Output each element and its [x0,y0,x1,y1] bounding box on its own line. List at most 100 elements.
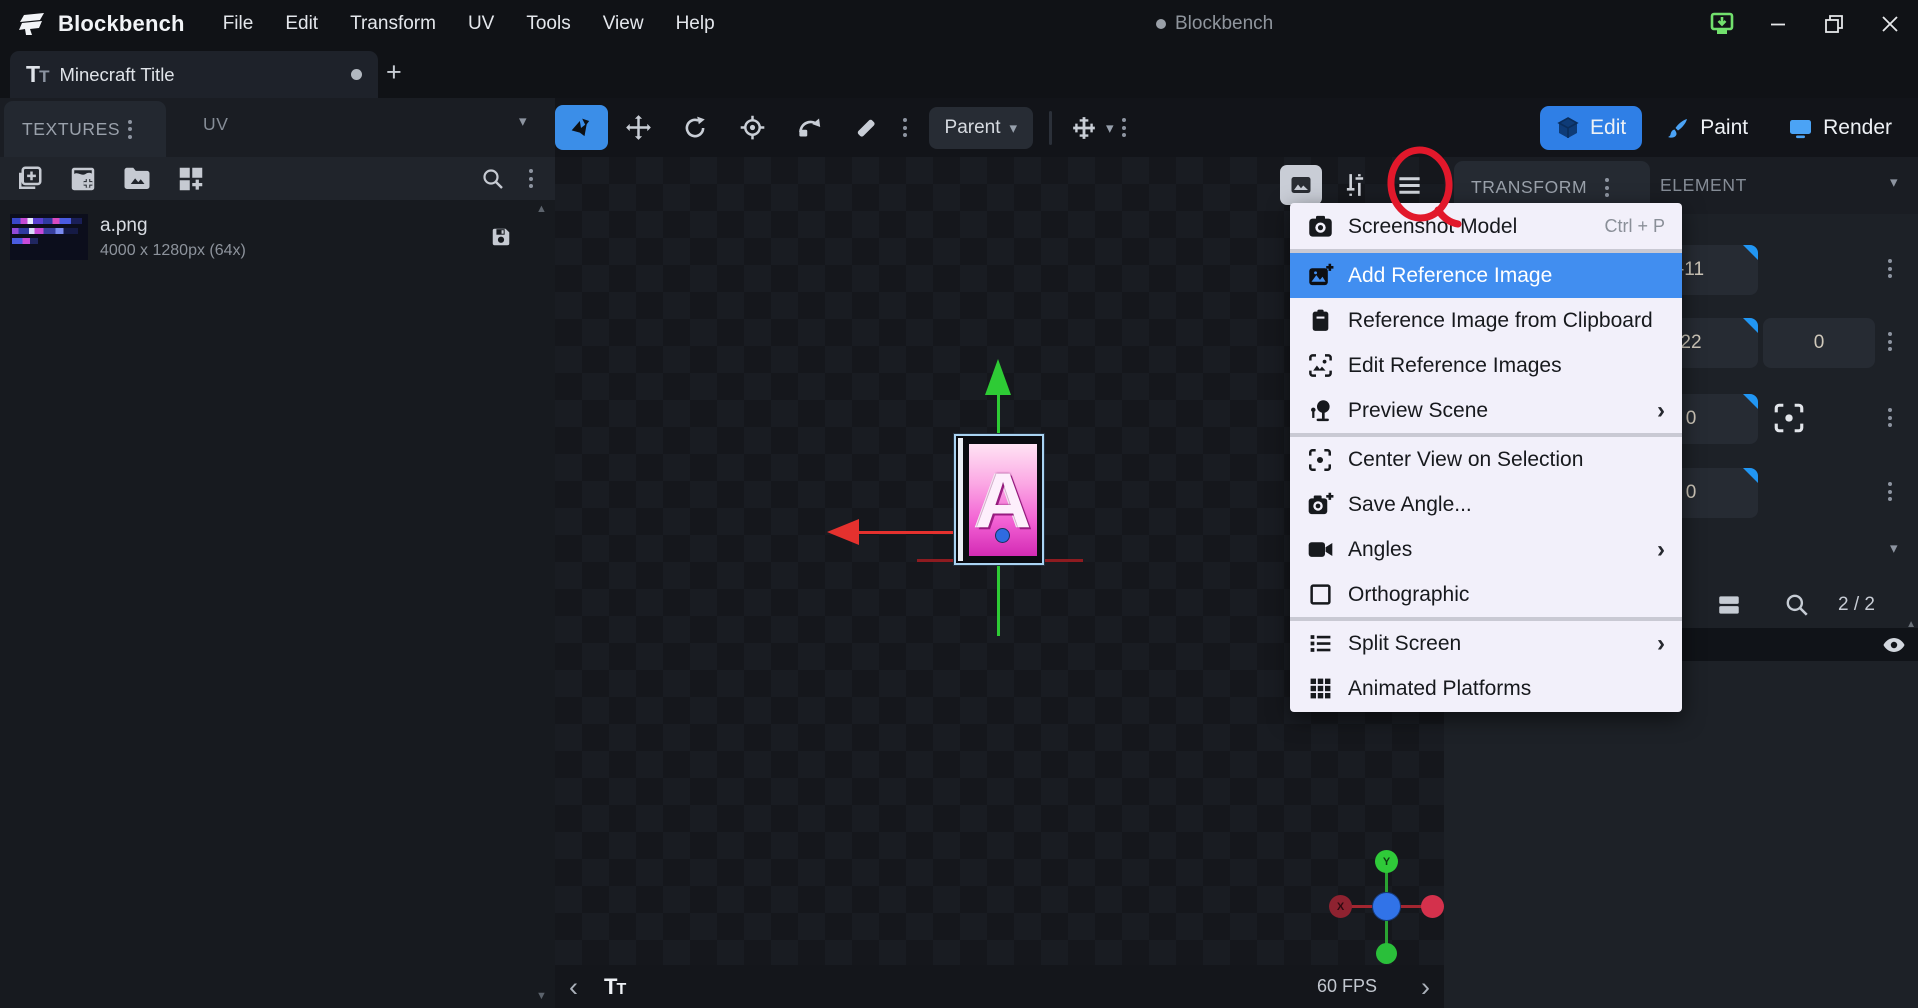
new-tab-button[interactable]: + [386,58,402,86]
center-focus-icon [1305,445,1335,475]
y-axis-arrow-icon[interactable] [985,359,1011,395]
texture-search-button[interactable] [481,167,505,191]
tab-uv[interactable]: UV [203,114,229,135]
submenu-chevron-icon: › [1657,634,1665,654]
transform-space-chevron-icon[interactable]: ▾ [1106,119,1114,137]
viewport-hamburger-menu-button[interactable] [1388,165,1430,205]
menu-view[interactable]: View [591,7,656,41]
texture-info: 4000 x 1280px (64x) [100,242,246,260]
transform-space-icon [1071,115,1097,141]
menu-uv[interactable]: UV [456,7,506,41]
texture-group-button[interactable] [176,164,206,194]
mode-render-button[interactable]: Render [1772,106,1908,150]
menu-transform[interactable]: Transform [338,7,448,41]
center-pivot-button[interactable] [1772,401,1806,435]
menu-item-edit-reference-images[interactable]: Edit Reference Images [1290,343,1682,388]
minimize-button[interactable] [1750,0,1806,48]
unsaved-dot-icon [1156,19,1166,29]
row1-kebab[interactable] [1880,259,1900,278]
vertex-snap-tool-button[interactable] [840,105,893,150]
gizmo-y-axis[interactable]: Y [1375,850,1398,873]
textures-kebab-menu[interactable] [120,120,140,139]
menu-help[interactable]: Help [664,7,727,41]
field-notch [1743,245,1758,260]
menu-item-add-reference-image[interactable]: Add Reference Image [1290,253,1682,298]
pivot-point-handle[interactable] [995,528,1010,543]
tab-minecraft-title[interactable]: TT Minecraft Title [10,51,378,98]
panel-collapse-chevron-icon[interactable]: ▾ [1890,173,1898,191]
row4-kebab[interactable] [1880,482,1900,501]
texture-item-apng[interactable]: a.png 4000 x 1280px (64x) [0,202,548,272]
gizmo-x-axis[interactable]: X [1329,895,1352,918]
toolbar-kebab-menu[interactable] [895,118,915,137]
menu-item-preview-scene[interactable]: Preview Scene › [1290,388,1682,433]
restore-button[interactable] [1806,0,1862,48]
menu-file[interactable]: File [211,7,266,41]
menu-item-reference-image-from-clipboard[interactable]: Reference Image from Clipboard [1290,298,1682,343]
row3-kebab[interactable] [1880,408,1900,427]
move-tool-button[interactable] [612,105,665,150]
update-available-button[interactable] [1694,0,1750,48]
outliner-scroll-up-icon[interactable]: ▲ [1906,619,1916,630]
mode-paint-button[interactable]: Paint [1650,106,1764,150]
parent-dropdown[interactable]: Parent ▾ [929,107,1034,149]
menu-item-center-view-on-selection[interactable]: Center View on Selection [1290,437,1682,482]
tab-element[interactable]: ELEMENT [1660,175,1747,196]
section-collapse-chevron-icon[interactable]: ▾ [1890,539,1898,557]
save-texture-button[interactable] [490,226,548,248]
menu-item-screenshot-model[interactable]: Screenshot Model Ctrl + P [1290,204,1682,249]
texture-toolbar [0,157,555,200]
visibility-eye-icon[interactable] [1882,633,1918,657]
menu-item-angles[interactable]: Angles › [1290,527,1682,572]
import-texture-button[interactable] [14,164,44,194]
texture-toolbar-kebab[interactable] [521,169,541,188]
gizmo-center[interactable] [1372,892,1401,921]
import-texture-file-button[interactable] [122,164,152,194]
title-gizmo-icon: TT [604,974,625,1000]
menu-tools[interactable]: Tools [514,7,582,41]
field-notch [1743,468,1758,483]
main-toolbar: ▾ [555,98,1918,157]
toolbar-kebab-menu-2[interactable] [1114,118,1134,137]
scroll-up-icon[interactable]: ▲ [536,203,547,215]
pivot-tool-button[interactable] [726,105,779,150]
outliner-toggle-button[interactable] [1716,592,1742,618]
rotate-tool-icon [682,115,708,141]
transform-space-button[interactable] [1064,105,1104,150]
background-image-button[interactable] [1280,165,1322,205]
row2-kebab[interactable] [1880,332,1900,351]
transform-kebab-menu[interactable] [1597,178,1617,197]
rotate-view-tool-icon [796,114,823,141]
uv-panel-chevron-icon[interactable]: ▾ [519,112,527,130]
outliner-search-button[interactable] [1784,592,1810,618]
viewport-context-menu: Screenshot Model Ctrl + P Add Reference … [1290,203,1682,712]
pivot-tool-icon [739,114,766,141]
orientation-gizmo[interactable]: Y X [1327,848,1447,968]
prev-chevron-icon[interactable]: ‹ [569,972,578,1002]
tab-textures[interactable]: TEXTURES [4,101,166,157]
gizmo-y-negative[interactable] [1376,943,1397,964]
create-texture-button[interactable] [68,164,98,194]
menu-edit[interactable]: Edit [273,7,330,41]
grid-icon [1305,674,1335,704]
scroll-down-icon[interactable]: ▼ [536,990,547,1002]
textures-title: TEXTURES [22,119,120,140]
vertex-snap-tool-icon [853,115,879,141]
size-z-field[interactable]: 0 [1763,318,1875,368]
menu-item-orthographic[interactable]: Orthographic [1290,572,1682,617]
gizmo-x-negative[interactable] [1421,895,1444,918]
fps-counter: 60 FPS [1317,976,1377,997]
mode-edit-button[interactable]: Edit [1540,106,1642,150]
app-logo: Blockbench [0,11,185,37]
menu-item-animated-platforms[interactable]: Animated Platforms [1290,666,1682,711]
viewport-settings-sliders-button[interactable] [1334,165,1376,205]
menubar: File Edit Transform UV Tools View Help [211,7,727,41]
model-element[interactable]: A [954,434,1044,565]
rotate-view-tool-button[interactable] [783,105,836,150]
rotate-tool-button[interactable] [669,105,722,150]
next-chevron-icon[interactable]: › [1421,972,1430,1002]
select-tool-button[interactable] [555,105,608,150]
menu-item-split-screen[interactable]: Split Screen › [1290,621,1682,666]
menu-item-save-angle[interactable]: Save Angle... [1290,482,1682,527]
close-button[interactable] [1862,0,1918,48]
